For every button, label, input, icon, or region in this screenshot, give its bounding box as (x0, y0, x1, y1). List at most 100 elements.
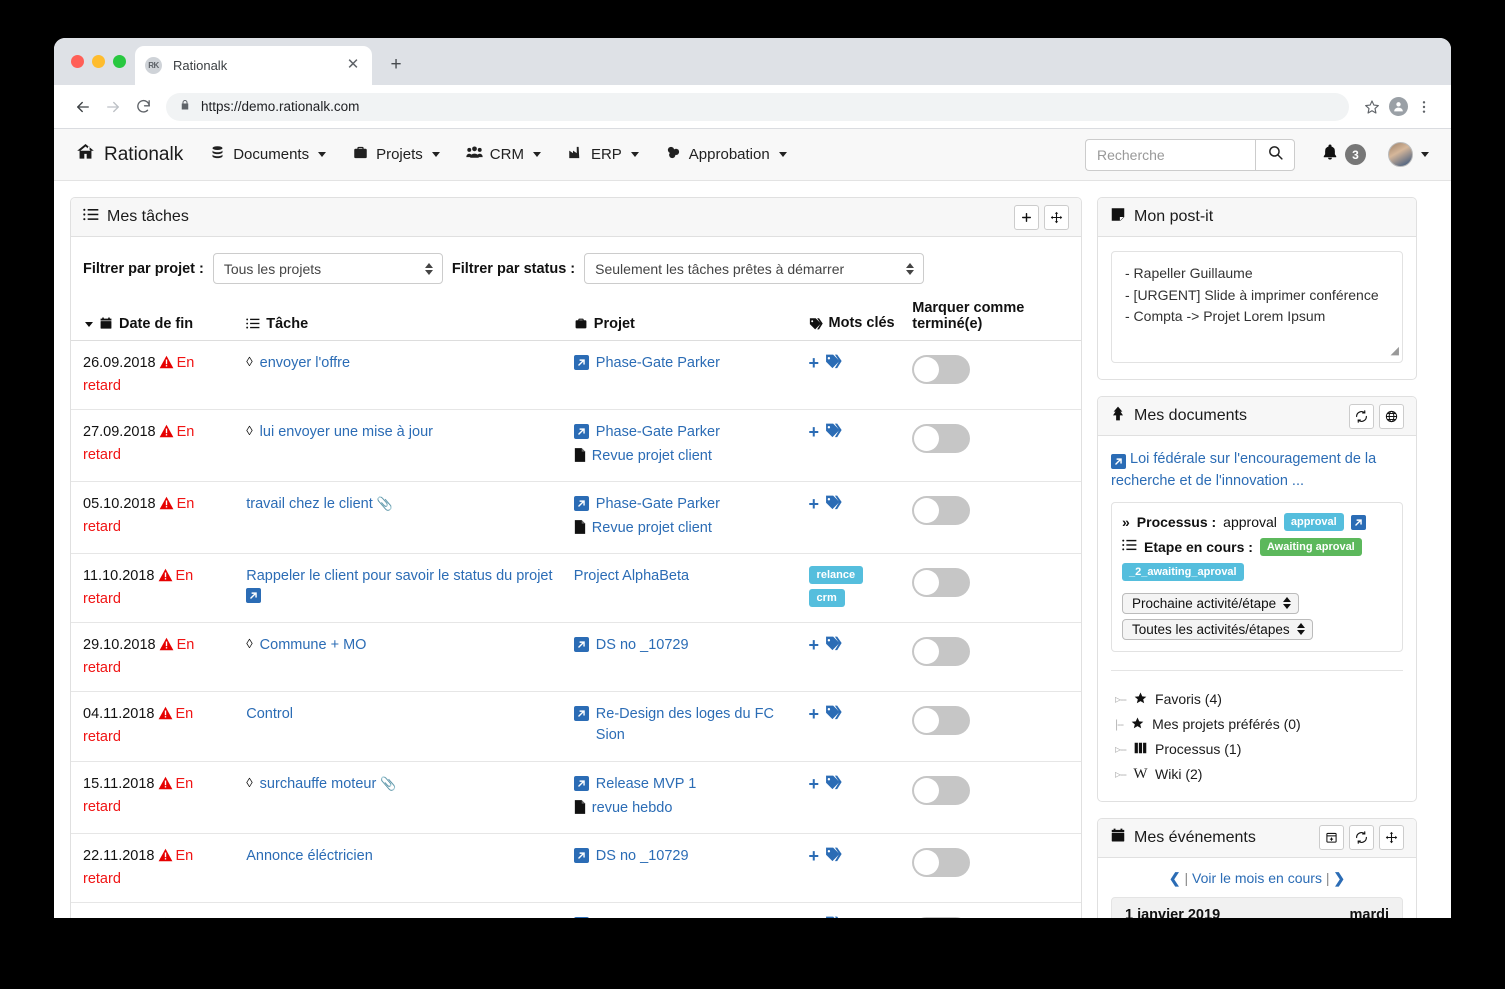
event-row[interactable]: 1 janvier 2019 mardi (1111, 896, 1403, 918)
add-keyword-icon[interactable]: + (809, 636, 820, 654)
project-link[interactable]: Phase-Gate Parker (596, 422, 720, 443)
document-link[interactable]: revue hebdo (592, 798, 673, 819)
tag-icon[interactable] (825, 774, 842, 794)
maximize-window-button[interactable] (113, 55, 126, 68)
add-keyword-icon[interactable]: + (809, 775, 820, 793)
task-link[interactable]: Control (246, 706, 293, 722)
document-link[interactable]: Revue projet client (592, 446, 712, 467)
tree-item-mes-projets-preferes[interactable]: |-- Mes projets préférés (0) (1111, 712, 1403, 737)
add-event-button[interactable] (1319, 825, 1344, 850)
project-link[interactable]: DS no _10729 (596, 635, 689, 656)
task-link[interactable]: envoyer l'offre (260, 355, 350, 371)
column-header-task[interactable]: Tâche (240, 296, 568, 341)
tree-item-processus[interactable]: ▹-- Processus (1) (1111, 737, 1403, 762)
task-link[interactable]: Rappeler le client pour savoir le status… (246, 568, 552, 584)
tag-icon[interactable] (825, 494, 842, 514)
address-bar[interactable]: https://demo.rationalk.com (166, 92, 1349, 121)
mark-done-toggle[interactable] (912, 706, 971, 736)
add-keyword-icon[interactable]: + (809, 916, 820, 918)
external-link-icon[interactable] (573, 355, 589, 370)
move-panel-button[interactable] (1379, 825, 1404, 850)
close-window-button[interactable] (71, 55, 84, 68)
reload-icon[interactable] (128, 92, 158, 122)
current-month-link[interactable]: Voir le mois en cours (1192, 870, 1322, 886)
add-task-button[interactable] (1014, 204, 1039, 230)
prev-month-icon[interactable]: ❮ (1169, 870, 1181, 886)
project-link[interactable]: Phase-Gate Parker (596, 353, 720, 374)
filter-status-select[interactable]: Seulement les tâches prêtes à démarrer (584, 253, 925, 284)
mark-done-toggle[interactable] (912, 637, 971, 667)
search-input[interactable] (1085, 138, 1255, 171)
external-link-icon[interactable] (573, 848, 589, 864)
user-menu[interactable] (1388, 142, 1429, 167)
external-link-icon[interactable] (573, 637, 589, 653)
keyword-tag[interactable]: relance (808, 566, 864, 585)
external-link-icon[interactable] (246, 588, 262, 604)
project-link[interactable]: proj_rolex_1234 (596, 915, 700, 918)
filter-project-select[interactable]: Tous les projets (212, 253, 443, 284)
next-month-icon[interactable]: ❯ (1333, 870, 1345, 886)
column-header-project[interactable]: Projet (567, 296, 803, 341)
project-link[interactable]: DS no _10729 (596, 846, 689, 867)
profile-avatar-icon[interactable] (1385, 94, 1411, 120)
tag-icon[interactable] (825, 915, 842, 918)
nav-item-crm[interactable]: CRM (466, 145, 541, 164)
task-link[interactable]: Annonce éléctricien (246, 848, 373, 864)
add-keyword-icon[interactable]: + (809, 354, 820, 372)
nav-item-approbation[interactable]: Approbation (665, 145, 787, 164)
attachment-icon[interactable]: 📎 (377, 496, 393, 511)
nav-item-projets[interactable]: Projets (352, 145, 440, 164)
keyword-tag[interactable]: crm (808, 589, 845, 608)
brand-logo[interactable]: Rationalk (76, 142, 183, 167)
browser-tab[interactable]: RK Rationalk ✕ (135, 46, 372, 85)
mark-done-toggle[interactable] (912, 917, 971, 918)
mark-done-toggle[interactable] (912, 424, 971, 454)
project-link[interactable]: Project AlphaBeta (574, 566, 689, 587)
add-keyword-icon[interactable]: + (809, 495, 820, 513)
tag-icon[interactable] (825, 846, 842, 866)
external-link-icon[interactable] (573, 424, 589, 440)
minimize-window-button[interactable] (92, 55, 105, 68)
add-keyword-icon[interactable]: + (809, 847, 820, 865)
tag-icon[interactable] (825, 704, 842, 724)
project-link[interactable]: Release MVP 1 (596, 774, 696, 795)
resize-handle-icon[interactable]: ◢ (1391, 343, 1399, 360)
task-link[interactable]: lui envoyer une mise à jour (260, 424, 433, 440)
mark-done-toggle[interactable] (912, 776, 971, 806)
add-keyword-icon[interactable]: + (809, 705, 820, 723)
tree-item-wiki[interactable]: ▹-- W Wiki (2) (1111, 762, 1403, 787)
move-panel-button[interactable] (1044, 204, 1069, 230)
column-header-date[interactable]: Date de fin (71, 296, 241, 341)
new-tab-icon[interactable]: + (384, 54, 408, 78)
tag-icon[interactable] (825, 422, 842, 442)
refresh-documents-button[interactable] (1349, 403, 1374, 429)
task-link[interactable]: Prototypage (production) (246, 917, 406, 918)
window-controls[interactable] (71, 55, 126, 68)
task-link[interactable]: travail chez le client (246, 496, 373, 512)
mark-done-toggle[interactable] (912, 848, 971, 878)
mark-done-toggle[interactable] (912, 568, 971, 598)
document-link[interactable]: Revue projet client (592, 518, 712, 539)
add-keyword-icon[interactable]: + (809, 423, 820, 441)
close-tab-icon[interactable]: ✕ (344, 56, 362, 75)
next-activity-select[interactable]: Prochaine activité/étape (1122, 592, 1300, 614)
all-activities-select[interactable]: Toutes les activités/étapes (1122, 618, 1313, 640)
tree-item-favoris[interactable]: ▹-- Favoris (4) (1111, 687, 1403, 712)
mark-done-toggle[interactable] (912, 496, 971, 526)
project-link[interactable]: Phase-Gate Parker (596, 494, 720, 515)
tag-icon[interactable] (825, 353, 842, 373)
external-link-icon[interactable] (573, 496, 589, 512)
nav-item-erp[interactable]: ERP (567, 145, 639, 164)
globe-button[interactable] (1379, 403, 1404, 429)
browser-menu-icon[interactable] (1411, 94, 1437, 120)
external-link-icon[interactable] (573, 917, 589, 918)
forward-icon[interactable] (98, 92, 128, 122)
external-link-icon[interactable] (1350, 515, 1366, 530)
document-link[interactable]: Loi fédérale sur l'encouragement de la r… (1111, 449, 1403, 493)
attachment-icon[interactable]: 📎 (380, 776, 396, 791)
task-link[interactable]: Commune + MO (260, 637, 367, 653)
refresh-events-button[interactable] (1349, 825, 1374, 850)
bookmark-star-icon[interactable] (1359, 94, 1385, 120)
external-link-icon[interactable] (573, 706, 589, 722)
project-link[interactable]: Re-Design des loges du FC Sion (596, 704, 797, 746)
